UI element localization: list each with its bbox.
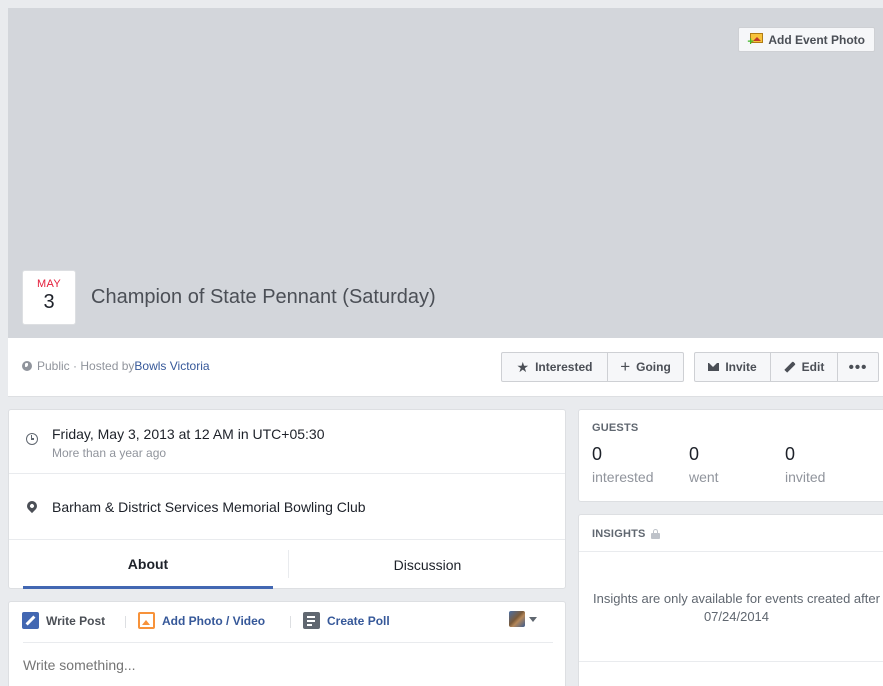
- host-link[interactable]: Bowls Victoria: [134, 359, 209, 373]
- post-input[interactable]: [23, 657, 523, 673]
- insights-card: INSIGHTS Insights are only available for…: [578, 514, 883, 686]
- post-composer: Write Post Add Photo / Video Create Poll: [8, 601, 566, 686]
- event-time-row[interactable]: Friday, May 3, 2013 at 12 AM in UTC+05:3…: [9, 410, 565, 474]
- edit-button[interactable]: Edit: [770, 352, 838, 382]
- guests-card: GUESTS 0 interested 0 went 0 invited: [578, 409, 883, 502]
- divider: [23, 642, 553, 643]
- edit-label: Edit: [801, 360, 825, 374]
- event-title: Champion of State Pennant (Saturday): [91, 286, 436, 308]
- guest-count: 0: [592, 444, 603, 464]
- pencil-icon: [783, 361, 796, 373]
- guest-stat-went[interactable]: 0 went: [689, 444, 719, 485]
- guest-count: 0: [785, 444, 796, 464]
- guest-label: invited: [785, 469, 826, 485]
- tab-about[interactable]: About: [23, 540, 273, 589]
- guest-count: 0: [689, 444, 700, 464]
- event-tabs: About Discussion: [9, 540, 565, 589]
- create-poll-label: Create Poll: [327, 613, 390, 628]
- event-info-bar: Public · Hosted by Bowls Victoria ★ Inte…: [8, 338, 883, 397]
- event-datetime: Friday, May 3, 2013 at 12 AM in UTC+05:3…: [52, 426, 325, 442]
- insights-message: Insights are only available for events c…: [593, 591, 880, 624]
- event-details-card: Friday, May 3, 2013 at 12 AM in UTC+05:3…: [8, 409, 566, 589]
- divider: [579, 661, 883, 662]
- post-as-selector[interactable]: [509, 611, 537, 627]
- write-post-icon: [22, 612, 39, 629]
- going-button[interactable]: + Going: [607, 352, 684, 382]
- event-day: 3: [43, 291, 55, 313]
- star-icon: ★: [516, 359, 530, 375]
- composer-actions: Write Post Add Photo / Video Create Poll: [9, 602, 565, 642]
- insights-heading: INSIGHTS: [592, 528, 660, 540]
- write-post-label: Write Post: [46, 613, 106, 628]
- create-poll-button[interactable]: Create Poll: [303, 612, 390, 629]
- divider: [125, 616, 126, 628]
- more-icon: •••: [848, 358, 868, 376]
- invite-button[interactable]: Invite: [694, 352, 771, 382]
- interested-label: Interested: [535, 360, 593, 374]
- add-event-photo-label: Add Event Photo: [768, 32, 865, 47]
- event-cover: + Add Event Photo MAY 3 Champion of Stat…: [8, 8, 883, 338]
- globe-icon: [22, 361, 32, 371]
- add-photo-video-label: Add Photo / Video: [162, 613, 266, 628]
- guest-label: went: [689, 469, 719, 485]
- plus-icon: +: [620, 357, 631, 376]
- divider: [290, 616, 291, 628]
- event-location-row[interactable]: Barham & District Services Memorial Bowl…: [9, 474, 565, 540]
- interested-button[interactable]: ★ Interested: [501, 352, 608, 382]
- add-photo-video-button[interactable]: Add Photo / Video: [138, 612, 265, 629]
- insights-header: INSIGHTS: [579, 515, 883, 552]
- privacy-text: Public · Hosted by: [37, 359, 135, 373]
- poll-icon: [303, 612, 320, 629]
- event-relative-time: More than a year ago: [52, 446, 167, 460]
- location-pin-icon: [24, 498, 40, 514]
- guest-stat-interested[interactable]: 0 interested: [592, 444, 653, 485]
- invite-label: Invite: [725, 360, 757, 374]
- add-photo-icon: +: [747, 33, 764, 48]
- avatar: [509, 611, 525, 627]
- insights-title: INSIGHTS: [592, 528, 646, 540]
- tab-discussion[interactable]: Discussion: [289, 540, 566, 589]
- guest-stat-invited[interactable]: 0 invited: [785, 444, 825, 485]
- chevron-down-icon: [529, 616, 537, 622]
- event-month: MAY: [37, 278, 61, 290]
- going-label: Going: [636, 360, 671, 374]
- guests-heading: GUESTS: [592, 422, 639, 434]
- more-options-button[interactable]: •••: [837, 352, 879, 382]
- event-date-badge: MAY 3: [22, 270, 76, 325]
- add-event-photo-button[interactable]: + Add Event Photo: [738, 27, 875, 52]
- write-post-button[interactable]: Write Post: [22, 612, 105, 629]
- envelope-icon: [708, 363, 720, 371]
- privacy-host-line: Public · Hosted by Bowls Victoria: [22, 359, 210, 373]
- clock-icon: [26, 433, 38, 445]
- lock-icon: [650, 529, 660, 539]
- photo-icon: [138, 612, 155, 629]
- event-location: Barham & District Services Memorial Bowl…: [52, 499, 366, 515]
- guest-label: interested: [592, 469, 654, 485]
